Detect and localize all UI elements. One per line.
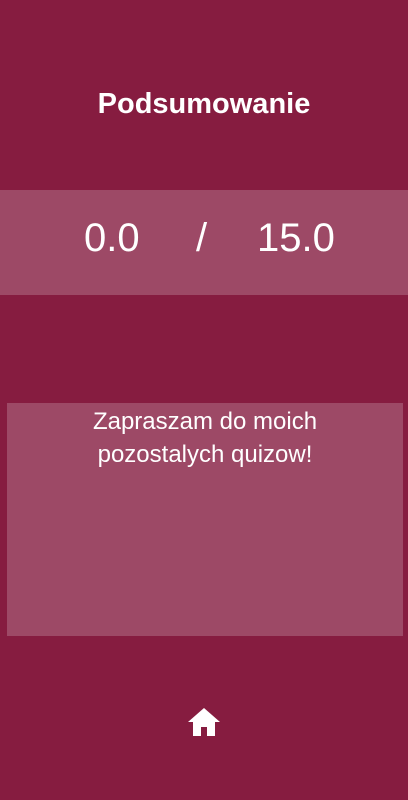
home-button[interactable]: [183, 701, 225, 743]
score-separator: /: [196, 216, 208, 260]
page-title: Podsumowanie: [97, 88, 311, 120]
home-icon: [188, 708, 220, 736]
invitation-message: Zapraszam do moich pozostalych quizow!: [92, 408, 318, 468]
score-panel: 0.0 / 15.0: [0, 190, 408, 295]
message-panel: Zapraszam do moich pozostalych quizow!: [7, 403, 403, 636]
score-current: 0.0: [84, 216, 140, 260]
score-max: 15.0: [257, 216, 335, 260]
